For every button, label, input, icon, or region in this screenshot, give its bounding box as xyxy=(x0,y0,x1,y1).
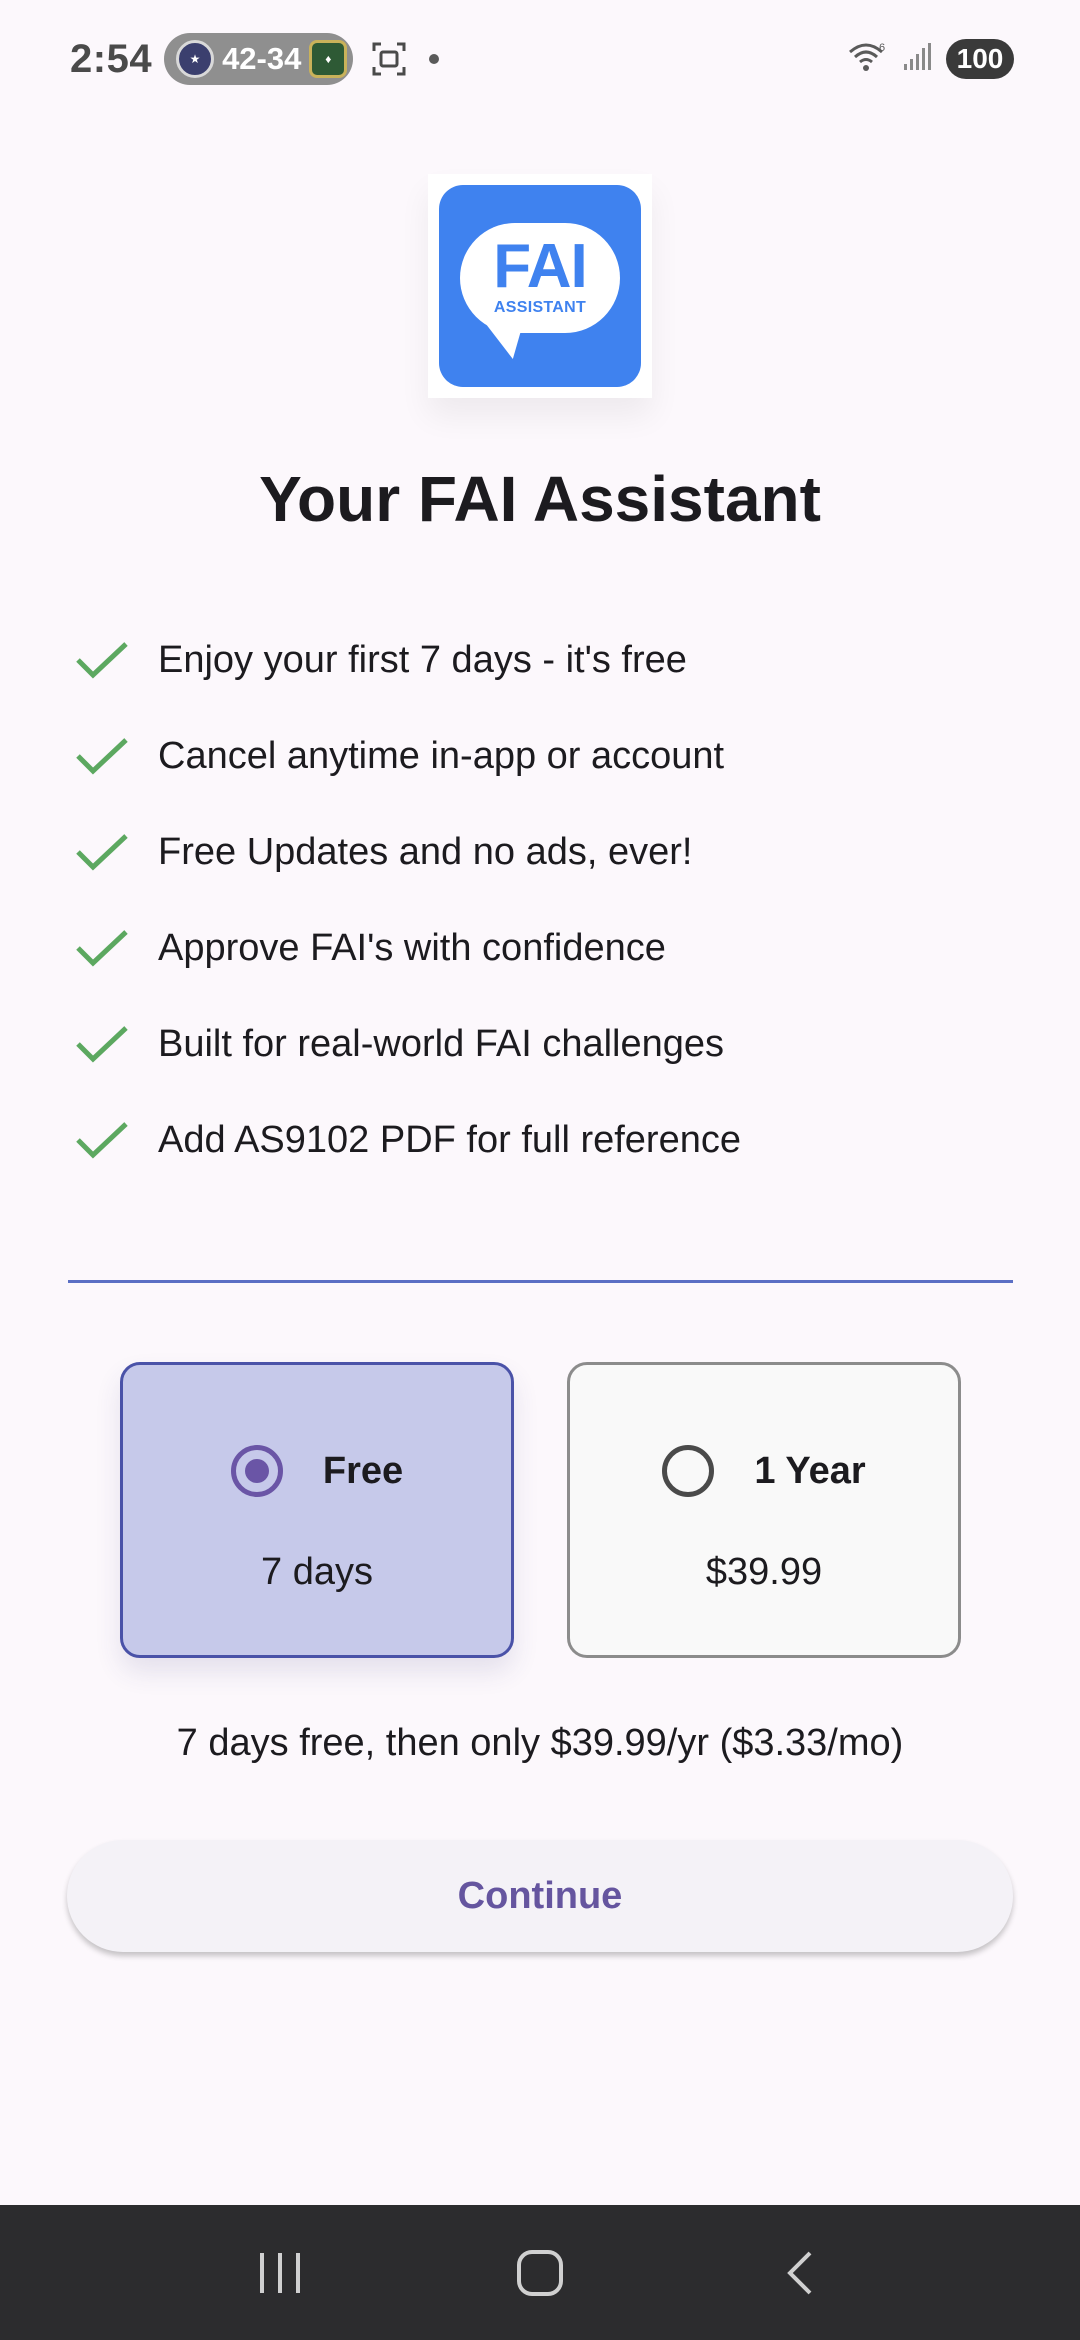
divider xyxy=(68,1280,1013,1283)
back-icon[interactable] xyxy=(755,2228,845,2318)
pricing-terms: 7 days free, then only $39.99/yr ($3.33/… xyxy=(176,1722,904,1764)
plan-price: 7 days xyxy=(261,1551,373,1593)
wifi-icon: 6 xyxy=(848,40,888,79)
list-item: Free Updates and no ads, ever! xyxy=(74,804,1034,900)
plan-option-1-year[interactable]: 1 Year $39.99 xyxy=(567,1362,961,1658)
feature-text: Built for real-world FAI challenges xyxy=(158,1022,725,1065)
check-icon xyxy=(76,834,128,871)
status-right: 6 100 xyxy=(848,39,1014,79)
screenshot-icon xyxy=(371,41,407,77)
continue-button[interactable]: Continue xyxy=(67,1840,1013,1952)
feature-text: Free Updates and no ads, ever! xyxy=(158,830,693,873)
home-icon[interactable] xyxy=(495,2228,585,2318)
feature-text: Approve FAI's with confidence xyxy=(158,926,666,969)
check-icon xyxy=(76,738,128,775)
plan-header: 1 Year xyxy=(662,1443,866,1499)
plan-name: 1 Year xyxy=(754,1449,866,1492)
battery-icon: 100 xyxy=(946,39,1014,79)
list-item: Enjoy your first 7 days - it's free xyxy=(74,612,1034,708)
list-item: Add AS9102 PDF for full reference xyxy=(74,1092,1034,1188)
check-icon xyxy=(76,1122,128,1159)
svg-text:6: 6 xyxy=(879,42,885,54)
team-logo-away-icon: ♦ xyxy=(309,40,348,78)
system-nav-bar xyxy=(0,2205,1080,2340)
recent-apps-icon[interactable] xyxy=(235,2228,325,2318)
logo-tile: FAI ASSISTANT xyxy=(439,185,641,387)
list-item: Cancel anytime in-app or account xyxy=(74,708,1034,804)
plan-price: $39.99 xyxy=(705,1551,823,1593)
logo-text: FAI xyxy=(493,232,587,301)
logo-subtext: ASSISTANT xyxy=(493,299,587,316)
radio-selected-icon[interactable] xyxy=(230,1445,283,1497)
check-icon xyxy=(76,1026,128,1063)
status-bar: 2:54 ★ 42-34 ♦ 6 100 xyxy=(0,0,1080,118)
check-icon xyxy=(76,642,128,679)
plan-name: Free xyxy=(322,1449,404,1492)
live-score-pill[interactable]: ★ 42-34 ♦ xyxy=(164,33,354,85)
plan-header: Free xyxy=(230,1443,404,1499)
feature-text: Cancel anytime in-app or account xyxy=(158,734,725,777)
feature-text: Enjoy your first 7 days - it's free xyxy=(158,638,687,681)
status-time: 2:54 xyxy=(70,36,153,81)
notification-dot-icon xyxy=(429,54,440,64)
paywall-screen: 2:54 ★ 42-34 ♦ 6 100 FAI ASSISTANT Your … xyxy=(0,0,1080,2340)
plan-option-free[interactable]: Free 7 days xyxy=(120,1362,514,1658)
page-title: Your FAI Assistant xyxy=(259,463,821,535)
signal-icon xyxy=(902,42,932,77)
list-item: Built for real-world FAI challenges xyxy=(74,996,1034,1092)
feature-list: Enjoy your first 7 days - it's free Canc… xyxy=(74,612,1034,1188)
score-text: 42-34 xyxy=(222,41,302,76)
radio-unselected-icon[interactable] xyxy=(662,1445,715,1497)
list-item: Approve FAI's with confidence xyxy=(74,900,1034,996)
team-logo-home-icon: ★ xyxy=(176,40,215,78)
check-icon xyxy=(76,930,128,967)
feature-text: Add AS9102 PDF for full reference xyxy=(158,1118,741,1161)
app-logo: FAI ASSISTANT xyxy=(428,174,652,398)
